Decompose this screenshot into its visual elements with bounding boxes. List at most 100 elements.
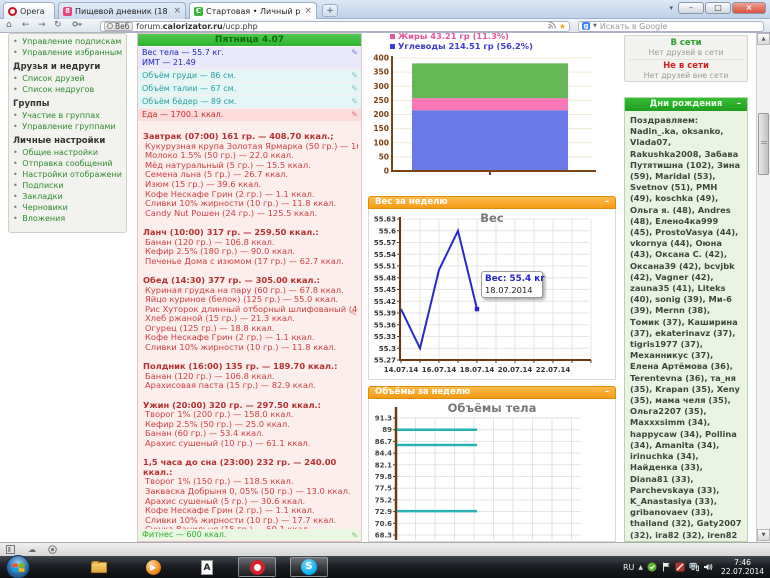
- folder-icon: [91, 560, 107, 573]
- tab-close-icon[interactable]: ×: [173, 6, 181, 16]
- volume-icon[interactable]: [703, 562, 713, 572]
- home-icon[interactable]: ⌂: [6, 20, 12, 31]
- scroll-up-icon[interactable]: ▲: [757, 33, 770, 45]
- language-indicator[interactable]: RU: [623, 563, 634, 572]
- sidebar-item[interactable]: • Подписки: [13, 180, 122, 191]
- fitness-row: Фитнес — 600 ккал. ✎: [138, 529, 361, 540]
- panel-toggle-icon[interactable]: [6, 545, 15, 556]
- svg-text:55.6: 55.6: [379, 227, 396, 235]
- bookmark-star-icon[interactable]: ★: [559, 22, 566, 31]
- taskbar-document-button[interactable]: A: [188, 557, 226, 577]
- volumes-week-header[interactable]: Объёмы за неделю –: [368, 386, 616, 399]
- edit-pencil-icon[interactable]: ✎: [351, 71, 358, 81]
- collapse-icon[interactable]: –: [737, 98, 741, 111]
- taskbar-clock[interactable]: 7:46 22.07.2014: [717, 558, 768, 576]
- action-center-flag-icon[interactable]: [661, 562, 671, 572]
- search-input[interactable]: g ▼ Искать в Google: [578, 20, 764, 32]
- meal-item: Хлеб ржаной (15 гр.) — 21.3 ккал.: [145, 314, 295, 324]
- tray-expand-icon[interactable]: ▲: [638, 564, 643, 571]
- collapse-icon[interactable]: –: [605, 197, 609, 208]
- taskbar-opera-button[interactable]: [238, 557, 276, 577]
- taskbar-explorer-button[interactable]: [80, 557, 118, 577]
- taskbar-media-player-button[interactable]: ▶: [134, 557, 172, 577]
- birthdays-box: Дни рождения – Поздравляем: Nadin_.ka, o…: [624, 97, 748, 542]
- system-tray: RU ▲ 7:46 22.07.2014: [623, 556, 768, 578]
- diary-meals: Завтрак (07:00) 161 гр. — 408.70 ккал.; К…: [138, 122, 361, 535]
- edit-pencil-icon[interactable]: ✎: [351, 110, 358, 120]
- app-red-icon[interactable]: [675, 562, 685, 572]
- sidebar-item[interactable]: • Управление группами: [13, 121, 122, 132]
- sidebar-item[interactable]: • Участие в группах: [13, 110, 122, 121]
- maximize-button[interactable]: □: [705, 2, 731, 14]
- opera-icon: [249, 559, 265, 575]
- opera-menu-button[interactable]: Opera: [3, 2, 55, 19]
- meal-item: Банан (120 гр.) — 106.8 ккал.: [145, 237, 275, 247]
- sidebar-item[interactable]: • Черновики: [13, 202, 122, 213]
- google-icon: g: [582, 22, 590, 30]
- tab-close-icon[interactable]: ×: [304, 6, 312, 16]
- chevron-down-icon[interactable]: ▾: [669, 4, 673, 12]
- address-bar[interactable]: Веб forum.calorizator.ru/ucp.php ★: [100, 20, 570, 32]
- scroll-down-icon[interactable]: ▼: [757, 529, 770, 541]
- sidebar-item[interactable]: • Настройки отображения: [13, 169, 122, 180]
- svg-text:55.54: 55.54: [374, 251, 396, 259]
- meal-item: Творог 1% (150 гр.) — 118.5 ккал.: [145, 477, 294, 487]
- meal-item: Кофе Нескафе Грин (2 гр.) — 1.1 ккал.: [145, 506, 315, 516]
- tab-personal-section[interactable]: C Стартовая • Личный р… ×: [189, 2, 317, 19]
- weight-week-header[interactable]: Вес за неделю –: [368, 196, 616, 209]
- forward-icon[interactable]: →: [38, 20, 46, 31]
- sidebar-item[interactable]: • Управление подписками: [13, 36, 122, 47]
- edit-pencil-icon[interactable]: ✎: [351, 84, 358, 94]
- back-icon[interactable]: ←: [22, 20, 30, 31]
- edit-pencil-icon[interactable]: ✎: [350, 309, 357, 318]
- browser-toolbar: ⌂ ← → ↻ Веб forum.calorizator.ru/ucp.php…: [0, 19, 770, 33]
- tab-title: Стартовая • Личный р…: [206, 6, 302, 16]
- meal-item: Сливки 10% жирности (10 гр.) — 11.8 ккал…: [145, 343, 337, 353]
- chevron-down-icon[interactable]: ▼: [593, 23, 597, 29]
- sidebar-item[interactable]: • Вложения: [13, 213, 122, 224]
- edit-pencil-icon[interactable]: ✎: [351, 48, 358, 58]
- web-badge[interactable]: Веб: [104, 21, 134, 31]
- sidebar-item[interactable]: • Отправка сообщений: [13, 158, 122, 169]
- forum-page: • Управление подписками • Управление избр…: [0, 33, 770, 542]
- tab-food-diary[interactable]: 8 Пищевой дневник (18 … ×: [58, 2, 186, 19]
- forum-favicon-icon: C: [194, 6, 203, 16]
- sidebar-item[interactable]: • Список недругов: [13, 84, 122, 95]
- meal-item: Банан (120 гр.) — 106.8 ккал.: [145, 371, 275, 381]
- svg-text:18.07.14: 18.07.14: [460, 366, 495, 374]
- legend-fats: Жиры 43.21 гр (11.3%): [390, 33, 509, 41]
- meal-item: Сливки 10% жирности (10 гр.) — 17.7 ккал…: [145, 515, 337, 525]
- collapse-icon[interactable]: –: [605, 387, 609, 398]
- scrollbar-thumb[interactable]: [758, 113, 769, 175]
- network-icon[interactable]: [689, 562, 700, 572]
- close-button[interactable]: ×: [732, 2, 766, 14]
- start-button[interactable]: [6, 555, 30, 578]
- svg-text:0: 0: [384, 167, 389, 176]
- online-header: В сети: [670, 38, 702, 48]
- page-scrollbar[interactable]: ▲ ▼: [756, 33, 770, 542]
- reload-icon[interactable]: ↻: [54, 20, 62, 31]
- sidebar-item[interactable]: • Общие настройки: [13, 147, 122, 158]
- edit-pencil-icon[interactable]: ✎: [351, 530, 358, 541]
- camera-icon[interactable]: [48, 545, 57, 556]
- birthdays-text[interactable]: Поздравляем: Nadin_.ka, oksanko, Vlada07…: [625, 111, 747, 541]
- key-icon[interactable]: [72, 20, 82, 32]
- edit-pencil-icon[interactable]: ✎: [351, 97, 358, 107]
- birthdays-header[interactable]: Дни рождения –: [625, 98, 747, 111]
- svg-text:16.07.14: 16.07.14: [422, 366, 457, 374]
- meal-item: Арахисовая паста (15 гр.) — 82.9 ккал.: [145, 381, 316, 391]
- minimize-button[interactable]: –: [678, 2, 704, 14]
- meal-section: Полдник (16:00) 135 гр. — 189.70 ккал.: Б…: [143, 362, 358, 391]
- svg-text:20.07.14: 20.07.14: [498, 366, 533, 374]
- new-tab-button[interactable]: +: [322, 4, 338, 17]
- diary-summary-row: Еда — 1700.1 ккал. ✎: [138, 109, 361, 121]
- sidebar-item[interactable]: • Список друзей: [13, 73, 122, 84]
- sidebar-item[interactable]: • Управление избранными: [13, 47, 122, 58]
- svg-text:72.9: 72.9: [375, 508, 392, 516]
- legend-square-icon: [390, 43, 395, 49]
- antivirus-icon[interactable]: [647, 562, 657, 572]
- sidebar-item[interactable]: • Закладки: [13, 191, 122, 202]
- opera-link-cloud-icon[interactable]: ☁: [28, 545, 36, 554]
- taskbar-skype-button[interactable]: S: [290, 557, 328, 577]
- rss-icon[interactable]: [548, 20, 556, 32]
